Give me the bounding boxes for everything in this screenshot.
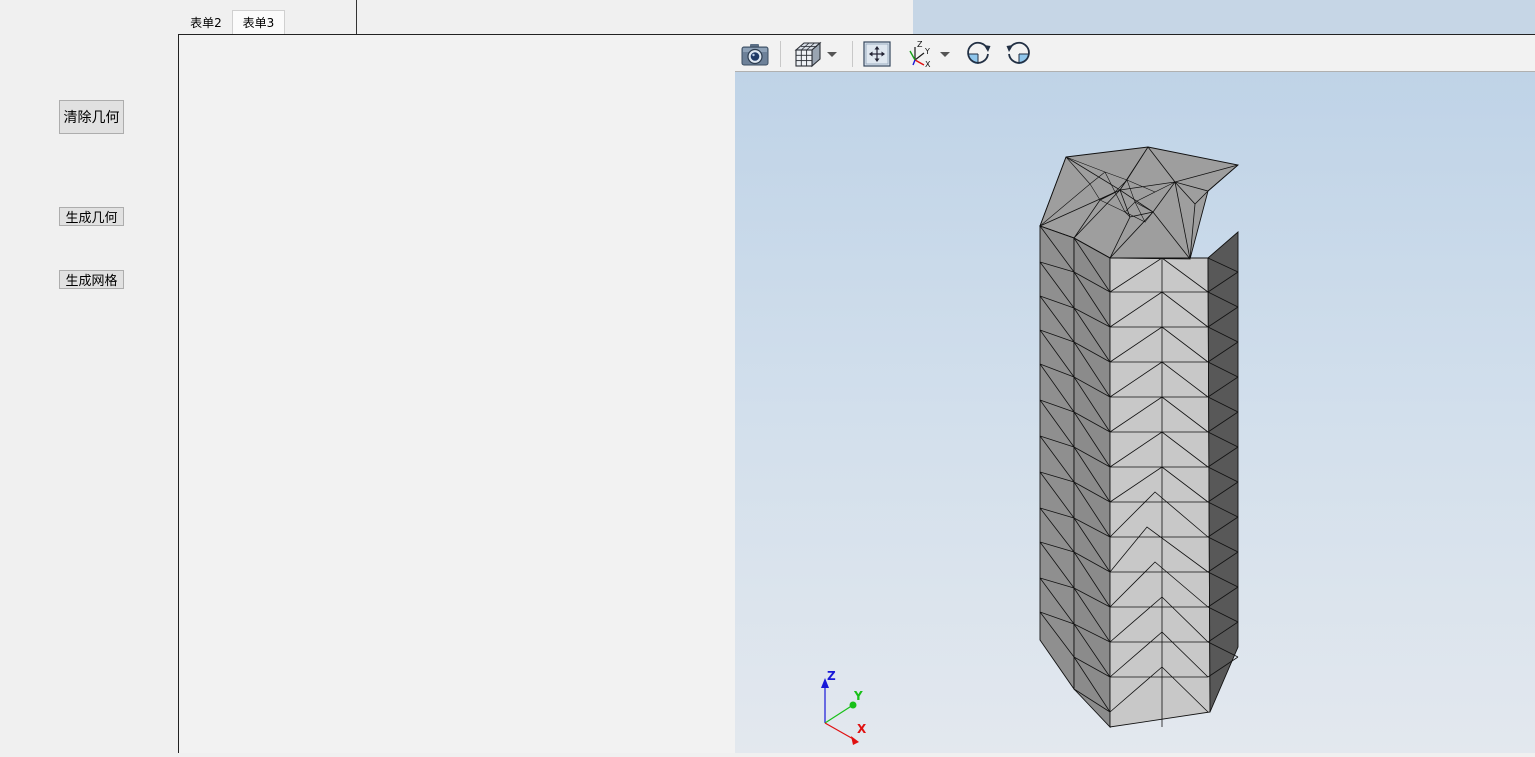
divider [356, 0, 357, 35]
axis-icon-x-label: X [925, 60, 931, 69]
axis-triad: Z Y X [821, 669, 867, 745]
generate-geometry-button[interactable]: 生成几何 [59, 207, 124, 226]
rotate-cw-icon[interactable] [962, 39, 994, 69]
fit-all-icon[interactable] [861, 39, 893, 69]
dropdown-arrow-icon[interactable] [825, 39, 839, 69]
form-content-area [179, 35, 735, 753]
toolbar-separator [780, 41, 781, 67]
axis-icon[interactable]: Z Y X [905, 39, 937, 69]
triad-x-label: X [857, 722, 867, 736]
clear-geometry-button[interactable]: 清除几何 [59, 100, 124, 134]
rotate-ccw-icon[interactable] [1003, 39, 1035, 69]
viewer-toolbar: Z Y X [735, 35, 1535, 72]
3d-viewer: Z Y X Z Y X [735, 35, 1535, 753]
mesh-left-face-2 [1073, 237, 1111, 729]
axis-icon-y-label: Y [924, 47, 930, 56]
left-panel: 清除几何 生成几何 生成网格 [0, 0, 178, 753]
camera-icon[interactable] [739, 39, 771, 69]
dropdown-arrow-icon[interactable] [938, 39, 952, 69]
header-background [913, 0, 1535, 34]
mesh-model: Z Y X [821, 146, 1239, 745]
tab-form2[interactable]: 表单2 [180, 11, 232, 34]
3d-viewport[interactable]: Z Y X [735, 72, 1535, 753]
tab-form3[interactable]: 表单3 [232, 10, 285, 34]
axis-icon-z-label: Z [917, 40, 923, 49]
triad-z-label: Z [827, 669, 836, 683]
triad-y-label: Y [853, 689, 863, 703]
tab-strip [178, 0, 913, 35]
mesh-left-face [1039, 225, 1075, 691]
toolbar-separator [852, 41, 853, 67]
cube-view-icon[interactable] [790, 39, 824, 69]
generate-mesh-button[interactable]: 生成网格 [59, 270, 124, 289]
mesh-right-face [1207, 231, 1239, 713]
